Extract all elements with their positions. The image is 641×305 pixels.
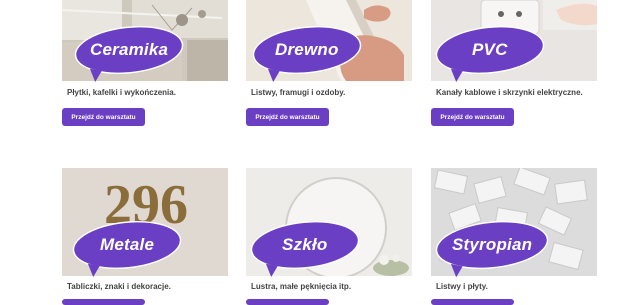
card-description: Listwy, framugi i ozdoby. — [251, 88, 346, 97]
workshop-button[interactable] — [62, 299, 145, 305]
workshop-button[interactable]: Przejdź do warsztatu — [62, 108, 145, 126]
category-title: Szkło — [282, 235, 328, 254]
workshop-button[interactable]: Przejdź do warsztatu — [246, 108, 329, 126]
category-title: Drewno — [275, 40, 339, 60]
workshop-button[interactable]: Przejdź do warsztatu — [431, 108, 514, 126]
card-description: Listwy i płyty. — [436, 282, 488, 291]
category-title: Ceramika — [89, 40, 169, 59]
workshop-button[interactable] — [431, 299, 514, 305]
workshop-button[interactable] — [246, 299, 329, 305]
card-description: Kanały kablowe i skrzynki elektryczne. — [436, 88, 583, 97]
card-description: Płytki, kafelki i wykończenia. — [67, 88, 176, 97]
category-title: Styropian — [451, 235, 533, 255]
category-title: Metale — [99, 235, 155, 255]
category-title: PVC — [472, 40, 508, 59]
card-description: Tabliczki, znaki i dekoracje. — [67, 282, 171, 291]
card-description: Lustra, małe pęknięcia itp. — [251, 282, 352, 291]
